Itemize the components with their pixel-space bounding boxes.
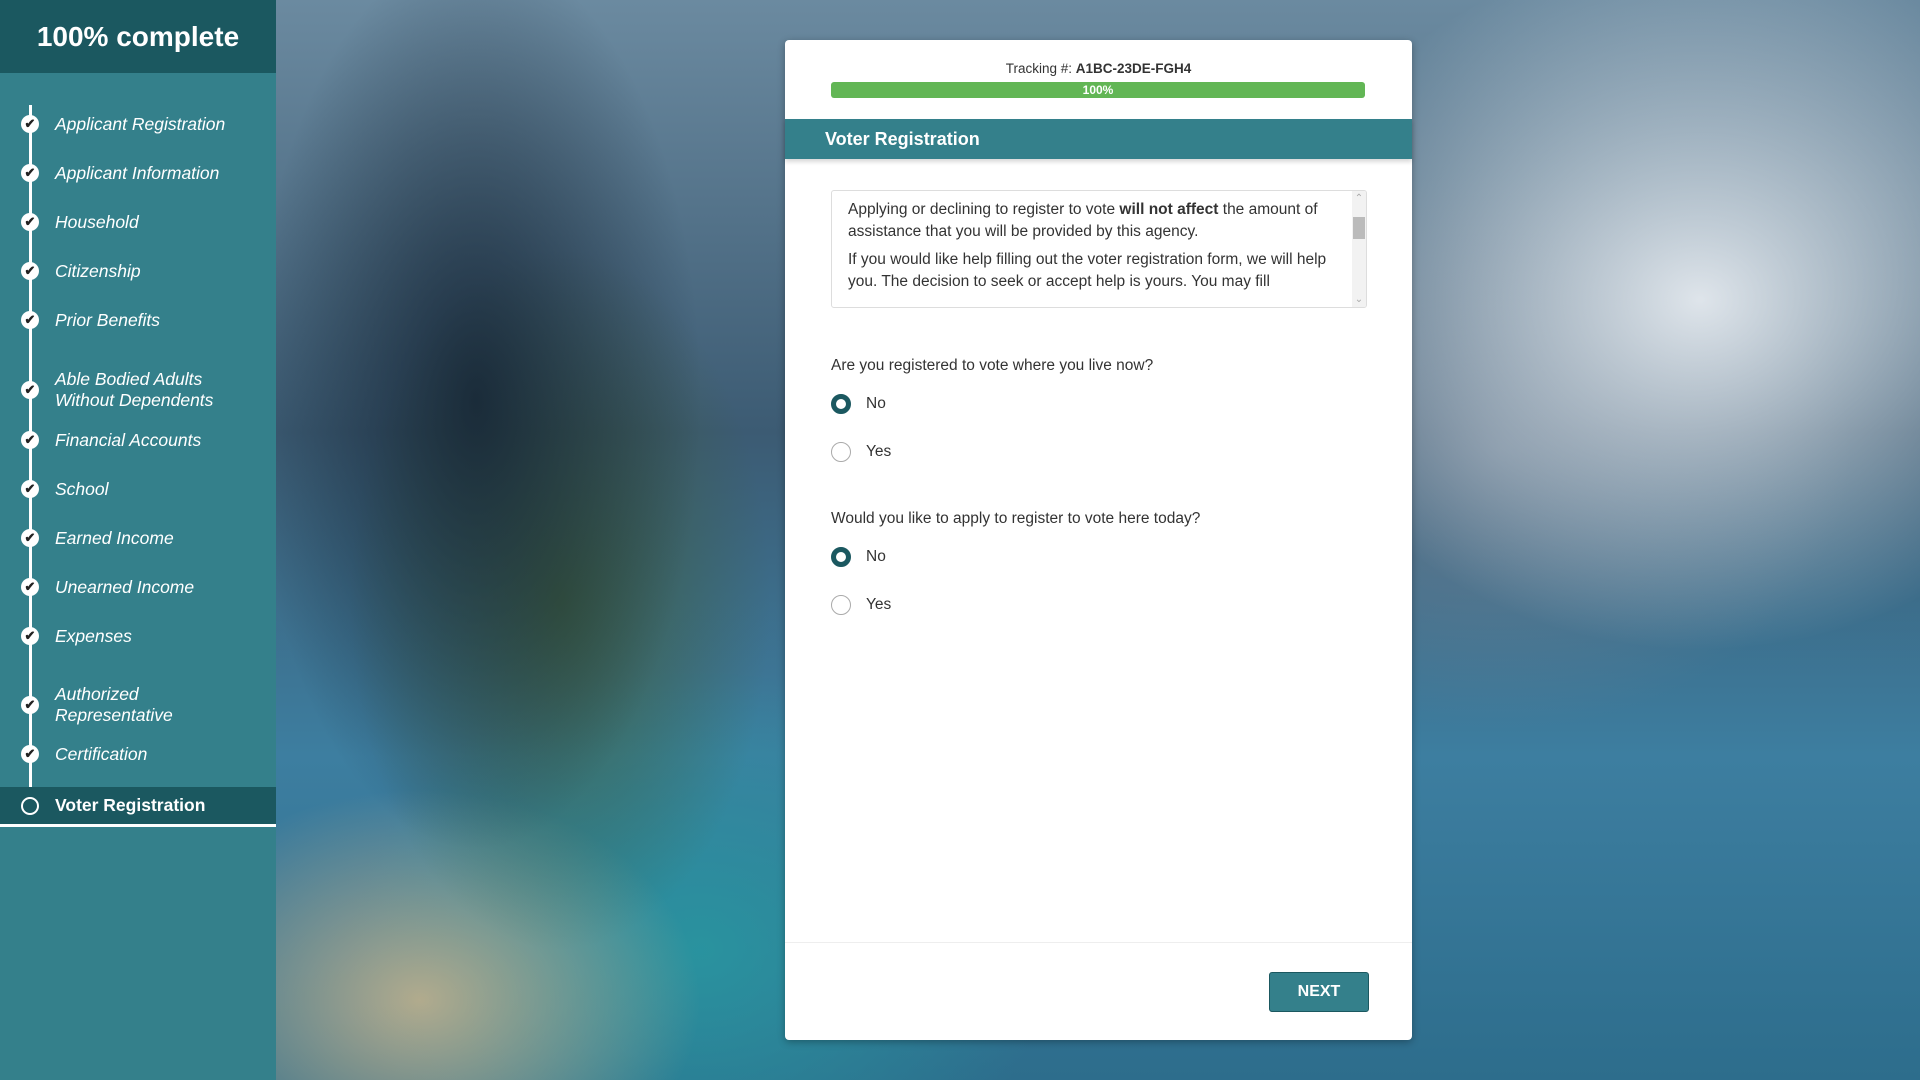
sidebar-item-label: Applicant Information	[55, 162, 220, 183]
sidebar-item-label: Household	[55, 211, 139, 232]
tracking-value: A1BC-23DE-FGH4	[1075, 61, 1192, 76]
sidebar-item[interactable]: ✔ Prior Benefits	[0, 310, 276, 330]
sidebar-item-label: Applicant Registration	[55, 113, 226, 134]
scrollbar[interactable]: ⌃ ⌄	[1352, 191, 1366, 307]
check-icon: ✔	[21, 311, 39, 329]
sidebar-item[interactable]: ✔ Applicant Information	[0, 163, 276, 183]
scrollbar-thumb[interactable]	[1353, 217, 1365, 239]
sidebar-item-label: Expenses	[55, 625, 132, 646]
check-icon: ✔	[21, 213, 39, 231]
info-scroll-box[interactable]: Applying or declining to register to vot…	[831, 190, 1367, 308]
sidebar-item[interactable]: ✔ Financial Accounts	[0, 430, 276, 450]
check-icon: ✔	[21, 696, 39, 714]
scroll-up-icon[interactable]: ⌃	[1352, 193, 1366, 204]
radio-label: No	[866, 548, 886, 565]
sidebar-item-label: Prior Benefits	[55, 309, 161, 330]
card-footer-divider	[785, 942, 1412, 943]
radio-circle-icon[interactable]	[831, 394, 851, 414]
check-icon: ✔	[21, 745, 39, 763]
sidebar-item[interactable]: ✔ Household	[0, 212, 276, 232]
sidebar-item[interactable]: ✔ Citizenship	[0, 261, 276, 281]
radio-label: No	[866, 395, 886, 412]
progress-sidebar: 100% complete ✔ Applicant Registration ✔ Ap…	[0, 0, 276, 1080]
background-image	[276, 0, 796, 1080]
sidebar-item[interactable]: ✔ School	[0, 479, 276, 499]
info-paragraph-1: Applying or declining to register to vot…	[848, 201, 1318, 240]
section-title: Voter Registration	[785, 119, 1412, 159]
radio-circle-icon[interactable]	[831, 442, 851, 462]
sidebar-item-label: Voter Registration	[55, 795, 206, 815]
sidebar-item[interactable]: Voter Registration	[0, 787, 276, 827]
radio-option-no[interactable]: No	[831, 547, 886, 567]
check-icon: ✔	[21, 578, 39, 596]
check-icon: ✔	[21, 480, 39, 498]
sidebar-item[interactable]: ✔ Certification	[0, 744, 276, 764]
progress-bar: 100%	[831, 82, 1365, 98]
sidebar-item[interactable]: ✔ Earned Income	[0, 528, 276, 548]
sidebar-item-label: Authorized Representative	[55, 684, 173, 725]
sidebar-item-label: Able Bodied Adults Without Dependents	[55, 369, 214, 410]
radio-label: Yes	[866, 443, 892, 460]
question-label: Are you registered to vote where you liv…	[831, 357, 1154, 374]
sidebar-item-label: Unearned Income	[55, 576, 195, 597]
sidebar-item-label: Earned Income	[55, 527, 174, 548]
sidebar-item-label: School	[55, 478, 109, 499]
check-icon: ✔	[21, 529, 39, 547]
check-icon: ✔	[21, 262, 39, 280]
radio-option-yes[interactable]: Yes	[831, 442, 891, 462]
radio-option-no[interactable]: No	[831, 394, 886, 414]
sidebar-item[interactable]: ✔ Applicant Registration	[0, 114, 276, 134]
sidebar-item-label: Financial Accounts	[55, 429, 202, 450]
check-icon: ✔	[21, 627, 39, 645]
check-icon: ✔	[21, 431, 39, 449]
radio-circle-icon[interactable]	[831, 547, 851, 567]
scroll-down-icon[interactable]: ⌄	[1352, 294, 1366, 305]
tracking-label: Tracking #:	[1005, 61, 1072, 76]
sidebar-item[interactable]: ✔ Unearned Income	[0, 577, 276, 597]
info-paragraph-2: If you would like help filling out the v…	[848, 251, 1327, 290]
check-icon: ✔	[21, 381, 39, 399]
form-card: Tracking #: A1BC-23DE-FGH4 100% Voter Re…	[785, 40, 1412, 1040]
sidebar-item[interactable]: ✔ Able Bodied Adults Without Dependents	[0, 368, 276, 412]
current-step-icon	[21, 796, 39, 815]
tracking-number: Tracking #: A1BC-23DE-FGH4	[785, 61, 1412, 76]
sidebar-item-label: Citizenship	[55, 260, 141, 281]
question-label: Would you like to apply to register to v…	[831, 510, 1201, 527]
radio-label: Yes	[866, 596, 892, 613]
check-icon: ✔	[21, 164, 39, 182]
radio-option-yes[interactable]: Yes	[831, 595, 891, 615]
radio-circle-icon[interactable]	[831, 595, 851, 615]
next-button[interactable]: NEXT	[1269, 972, 1369, 1012]
check-icon: ✔	[21, 115, 39, 133]
sidebar-item[interactable]: ✔ Expenses	[0, 626, 276, 646]
progress-title: 100% complete	[0, 0, 276, 73]
sidebar-item[interactable]: ✔ Authorized Representative	[0, 683, 276, 727]
sidebar-item-label: Certification	[55, 743, 148, 764]
